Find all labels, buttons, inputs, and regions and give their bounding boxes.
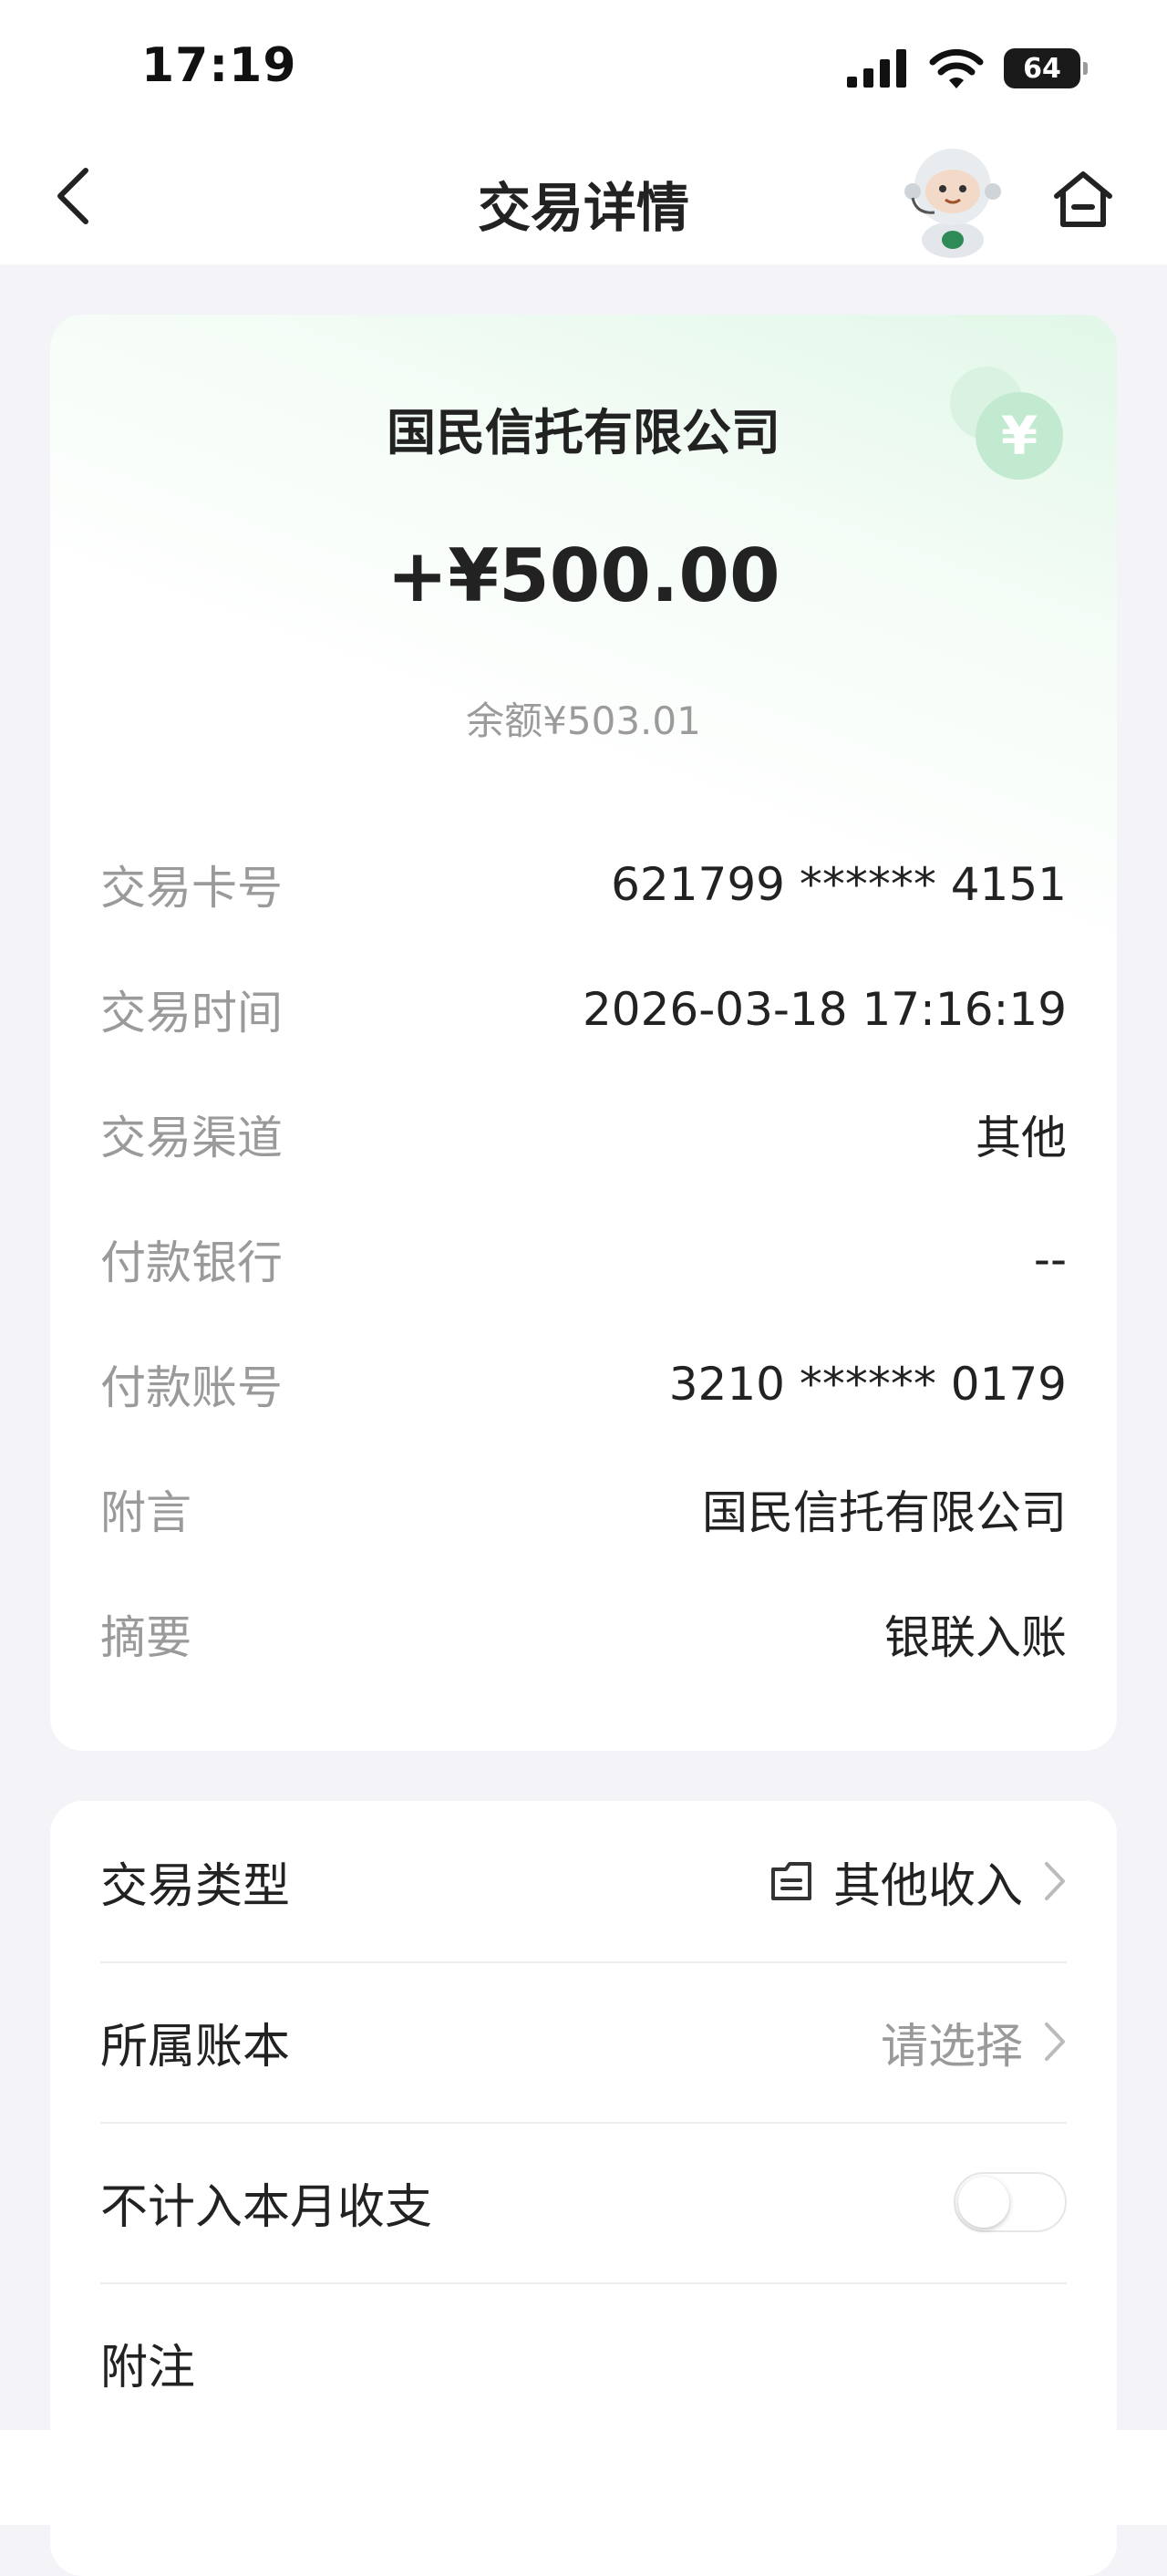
transaction-type-label: 交易类型	[100, 1858, 291, 1914]
note-label: 附注	[100, 2340, 196, 2395]
chevron-right-icon	[1045, 2023, 1065, 2061]
balance-text: 余额¥503.01	[466, 698, 701, 743]
detail-value: 其他	[976, 1112, 1067, 1164]
detail-value: 银联入账	[884, 1611, 1067, 1664]
ledger-placeholder: 请选择	[880, 2019, 1023, 2074]
detail-row-payer-account: 付款账号 3210 ****** 0179	[100, 1348, 1067, 1421]
transaction-type-row[interactable]: 交易类型 其他收入	[100, 1801, 1067, 1963]
detail-row-card-number: 交易卡号 621799 ****** 4151	[100, 848, 1067, 921]
note-row[interactable]: 附注	[100, 2282, 1067, 2443]
battery-level: 64	[1023, 52, 1061, 85]
status-time: 17:19	[141, 38, 297, 93]
detail-label: 附言	[100, 1486, 191, 1539]
detail-row-channel: 交易渠道 其他	[100, 1098, 1067, 1171]
toggle-knob	[958, 2177, 1009, 2228]
detail-value: 3210 ****** 0179	[668, 1358, 1067, 1411]
detail-value: 621799 ****** 4151	[611, 858, 1067, 911]
category-icon	[770, 1862, 811, 1900]
detail-value: 国民信托有限公司	[702, 1486, 1067, 1539]
detail-label: 交易时间	[100, 987, 283, 1040]
exclude-month-label: 不计入本月收支	[100, 2179, 433, 2235]
exclude-month-toggle[interactable]	[954, 2172, 1067, 2232]
exclude-month-row: 不计入本月收支	[100, 2122, 1067, 2284]
transaction-amount: +¥500.00	[387, 533, 780, 618]
home-icon	[1053, 171, 1112, 227]
detail-row-time: 交易时间 2026-03-18 17:16:19	[100, 973, 1067, 1046]
home-button[interactable]	[1044, 160, 1121, 237]
status-icons: 64	[847, 46, 1088, 91]
detail-row-summary: 摘要 银联入账	[100, 1598, 1067, 1671]
transaction-type-value: 其他收入	[832, 1858, 1023, 1914]
bottom-area	[0, 2430, 1167, 2525]
detail-label: 付款账号	[100, 1361, 283, 1414]
detail-row-message: 附言 国民信托有限公司	[100, 1473, 1067, 1546]
chevron-right-icon	[1045, 1862, 1065, 1900]
detail-value: --	[1033, 1233, 1067, 1286]
transaction-card: ¥ 国民信托有限公司 +¥500.00 余额¥503.01 交易卡号 62179…	[50, 315, 1117, 1751]
detail-value: 2026-03-18 17:16:19	[582, 983, 1067, 1036]
detail-label: 摘要	[100, 1611, 191, 1664]
robot-assistant-button[interactable]	[898, 141, 1007, 258]
signal-icon	[847, 49, 906, 88]
detail-label: 交易卡号	[100, 862, 283, 915]
robot-assistant-icon	[904, 149, 1001, 258]
ledger-label: 所属账本	[100, 2019, 291, 2074]
nav-bar: 交易详情	[0, 132, 1167, 264]
transaction-type-value-group: 其他收入	[769, 1847, 1067, 1916]
ledger-row[interactable]: 所属账本 请选择	[100, 1961, 1067, 2124]
merchant-name: 国民信托有限公司	[387, 404, 780, 461]
ledger-value-group: 请选择	[881, 2008, 1067, 2076]
battery-icon: 64	[1004, 48, 1088, 88]
detail-label: 付款银行	[100, 1236, 283, 1289]
wifi-icon	[929, 48, 984, 88]
status-bar: 17:19 64	[0, 0, 1167, 132]
detail-label: 交易渠道	[100, 1112, 283, 1164]
detail-row-payer-bank: 付款银行 --	[100, 1223, 1067, 1296]
